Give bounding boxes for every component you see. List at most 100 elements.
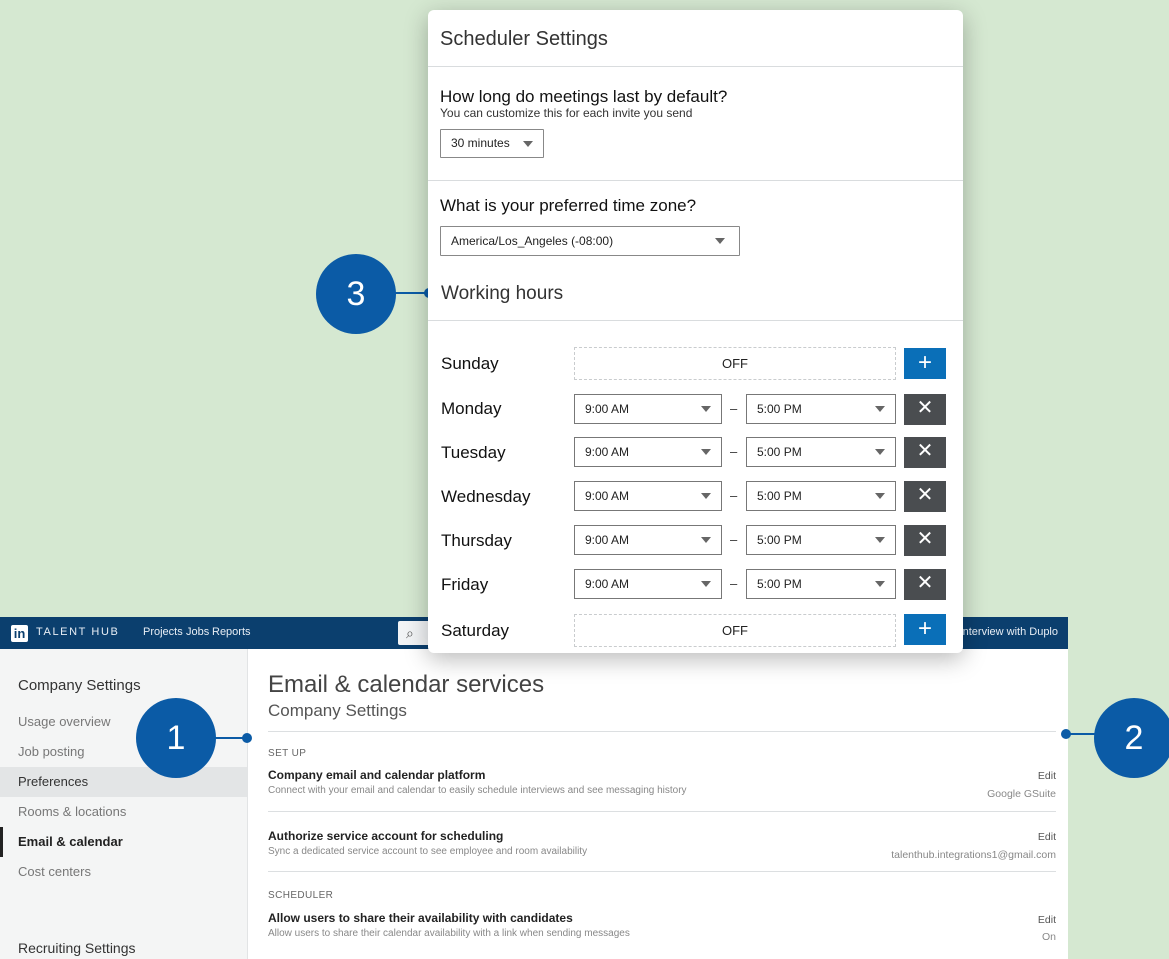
share-availability-title: Allow users to share their availability … (268, 911, 573, 925)
nav-jobs[interactable]: Jobs (186, 626, 209, 638)
start-time-value: 9:00 AM (585, 533, 630, 547)
day-label-wednesday: Wednesday (441, 487, 531, 506)
remove-monday-hours-button[interactable]: ✕ (904, 394, 946, 425)
service-account-title: Authorize service account for scheduling (268, 829, 504, 843)
range-separator: – (730, 401, 738, 416)
sidebar-item-rooms-locations[interactable]: Rooms & locations (0, 797, 247, 827)
chevron-down-icon (875, 493, 885, 499)
range-separator: – (730, 532, 738, 547)
callout-1: 1 (136, 698, 216, 778)
divider (428, 66, 963, 67)
end-time-value: 5:00 PM (757, 577, 802, 591)
saturday-off-slot: OFF (574, 614, 896, 647)
nav-reports[interactable]: Reports (212, 626, 251, 638)
recruiting-settings-heading: Recruiting Settings (18, 940, 136, 956)
thursday-end-select[interactable]: 5:00 PM (746, 525, 896, 555)
divider (428, 180, 963, 181)
timezone-select[interactable]: America/Los_Angeles (-08:00) (440, 226, 740, 256)
chevron-down-icon (875, 406, 885, 412)
close-icon: ✕ (916, 528, 934, 550)
email-platform-edit-link[interactable]: Edit (1038, 770, 1056, 782)
sidebar-item-email-calendar[interactable]: Email & calendar (0, 827, 247, 857)
talent-hub-window: in TALENT HUB Projects Jobs Reports ⌕ ST… (0, 617, 1068, 959)
sidebar-item-preferences[interactable]: Preferences (0, 767, 247, 797)
divider (268, 811, 1056, 812)
range-separator: – (730, 576, 738, 591)
end-time-value: 5:00 PM (757, 402, 802, 416)
service-account-edit-link[interactable]: Edit (1038, 831, 1056, 843)
day-label-thursday: Thursday (441, 531, 512, 550)
remove-wednesday-hours-button[interactable]: ✕ (904, 481, 946, 512)
main-content: Email & calendar services Company Settin… (248, 649, 1068, 959)
start-time-value: 9:00 AM (585, 402, 630, 416)
callout-3-leader (394, 292, 428, 294)
end-time-value: 5:00 PM (757, 533, 802, 547)
wednesday-end-select[interactable]: 5:00 PM (746, 481, 896, 511)
day-label-sunday: Sunday (441, 354, 499, 373)
page-title: Email & calendar services (268, 671, 545, 698)
plus-icon: + (917, 615, 932, 642)
settings-sidebar: Company Settings Usage overview Job post… (0, 649, 248, 959)
divider (268, 871, 1056, 872)
close-icon: ✕ (916, 397, 934, 419)
callout-2-dot (1061, 729, 1071, 739)
range-separator: – (730, 444, 738, 459)
meeting-duration-value: 30 minutes (451, 136, 510, 150)
company-settings-heading: Company Settings (18, 677, 141, 694)
scheduler-settings-modal: Scheduler Settings How long do meetings … (428, 10, 963, 653)
duration-help-text: You can customize this for each invite y… (440, 106, 693, 120)
chevron-down-icon (701, 493, 711, 499)
service-account-value: talenthub.integrations1@gmail.com (891, 849, 1056, 861)
chevron-down-icon (701, 406, 711, 412)
end-time-value: 5:00 PM (757, 445, 802, 459)
add-sunday-hours-button[interactable]: + (904, 348, 946, 379)
chevron-down-icon (701, 449, 711, 455)
callout-2: 2 (1094, 698, 1169, 778)
wednesday-start-select[interactable]: 9:00 AM (574, 481, 722, 511)
modal-title: Scheduler Settings (440, 28, 608, 50)
range-separator: – (730, 488, 738, 503)
chevron-down-icon (701, 537, 711, 543)
setup-section-label: SET UP (268, 748, 307, 759)
share-availability-value: On (1041, 931, 1056, 943)
email-platform-desc: Connect with your email and calendar to … (268, 785, 687, 796)
friday-end-select[interactable]: 5:00 PM (746, 569, 896, 599)
add-saturday-hours-button[interactable]: + (904, 614, 946, 645)
scheduler-section-label: SCHEDULER (268, 890, 334, 901)
meeting-duration-select[interactable]: 30 minutes (440, 129, 544, 158)
remove-friday-hours-button[interactable]: ✕ (904, 569, 946, 600)
timezone-question: What is your preferred time zone? (440, 196, 697, 215)
page-subtitle: Company Settings (268, 701, 407, 720)
chevron-down-icon (523, 140, 533, 147)
brand-name: TALENT HUB (36, 626, 120, 638)
divider (268, 731, 1056, 732)
day-label-saturday: Saturday (441, 621, 510, 640)
thursday-start-select[interactable]: 9:00 AM (574, 525, 722, 555)
friday-start-select[interactable]: 9:00 AM (574, 569, 722, 599)
chevron-down-icon (701, 581, 711, 587)
remove-tuesday-hours-button[interactable]: ✕ (904, 437, 946, 468)
nav-projects[interactable]: Projects (143, 626, 183, 638)
monday-end-select[interactable]: 5:00 PM (746, 394, 896, 424)
duration-question: How long do meetings last by default? (440, 87, 728, 106)
tuesday-end-select[interactable]: 5:00 PM (746, 437, 896, 467)
sidebar-item-cost-centers[interactable]: Cost centers (0, 857, 247, 887)
chevron-down-icon (875, 449, 885, 455)
day-label-friday: Friday (441, 575, 489, 594)
close-icon: ✕ (916, 572, 934, 594)
divider (428, 320, 963, 321)
search-icon: ⌕ (406, 625, 414, 641)
share-availability-edit-link[interactable]: Edit (1038, 914, 1056, 926)
close-icon: ✕ (916, 484, 934, 506)
share-availability-desc: Allow users to share their calendar avai… (268, 928, 630, 939)
chevron-down-icon (715, 238, 725, 244)
service-account-desc: Sync a dedicated service account to see … (268, 846, 588, 857)
start-time-value: 9:00 AM (585, 445, 630, 459)
monday-start-select[interactable]: 9:00 AM (574, 394, 722, 424)
sunday-off-slot: OFF (574, 347, 896, 380)
chevron-down-icon (875, 537, 885, 543)
tuesday-start-select[interactable]: 9:00 AM (574, 437, 722, 467)
working-hours-title: Working hours (441, 283, 564, 304)
timezone-value: America/Los_Angeles (-08:00) (451, 234, 614, 248)
remove-thursday-hours-button[interactable]: ✕ (904, 525, 946, 556)
